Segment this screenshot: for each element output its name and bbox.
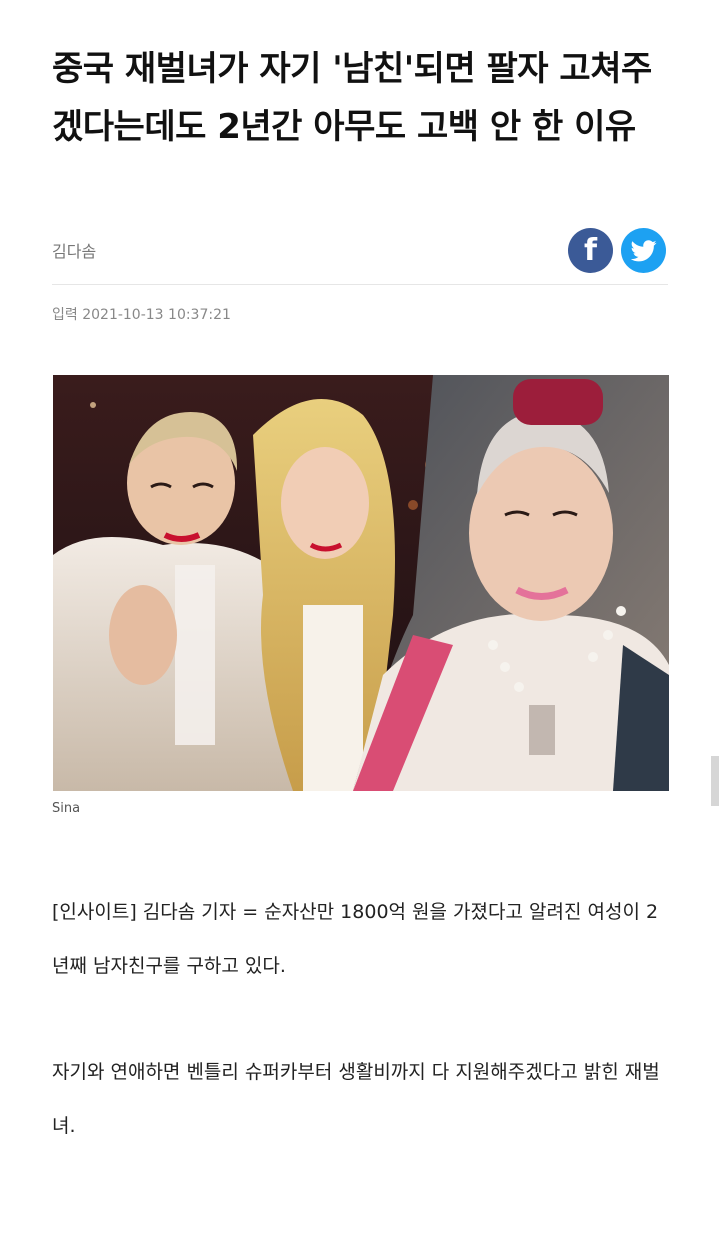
twitter-share-button[interactable] [621,228,666,273]
side-scroll-tab[interactable] [711,756,719,806]
facebook-icon: f [583,233,598,268]
published-label: 입력 [52,307,78,323]
article-paragraph: 자기와 연애하면 벤틀리 슈퍼카부터 생활비까지 다 지원해주겠다고 밝힌 재벌… [52,1061,660,1137]
facebook-share-button[interactable]: f [568,228,613,273]
publish-meta: 입력 2021-10-13 10:37:21 [52,304,231,324]
header-divider [52,284,668,285]
photo-caption: Sina [52,801,81,816]
article-paragraph: [인사이트] 김다솜 기자 = 순자산만 1800억 원을 가졌다고 알려진 여… [52,901,659,977]
share-buttons: f [568,228,666,273]
twitter-bird-icon [630,239,657,261]
author-name[interactable]: 김다솜 [52,238,96,262]
article-headline: 중국 재벌녀가 자기 '남친'되면 팔자 고쳐주겠다는데도 2년간 아무도 고백… [52,49,652,147]
published-time: 2021-10-13 10:37:21 [82,307,231,323]
article-photo [53,375,669,791]
